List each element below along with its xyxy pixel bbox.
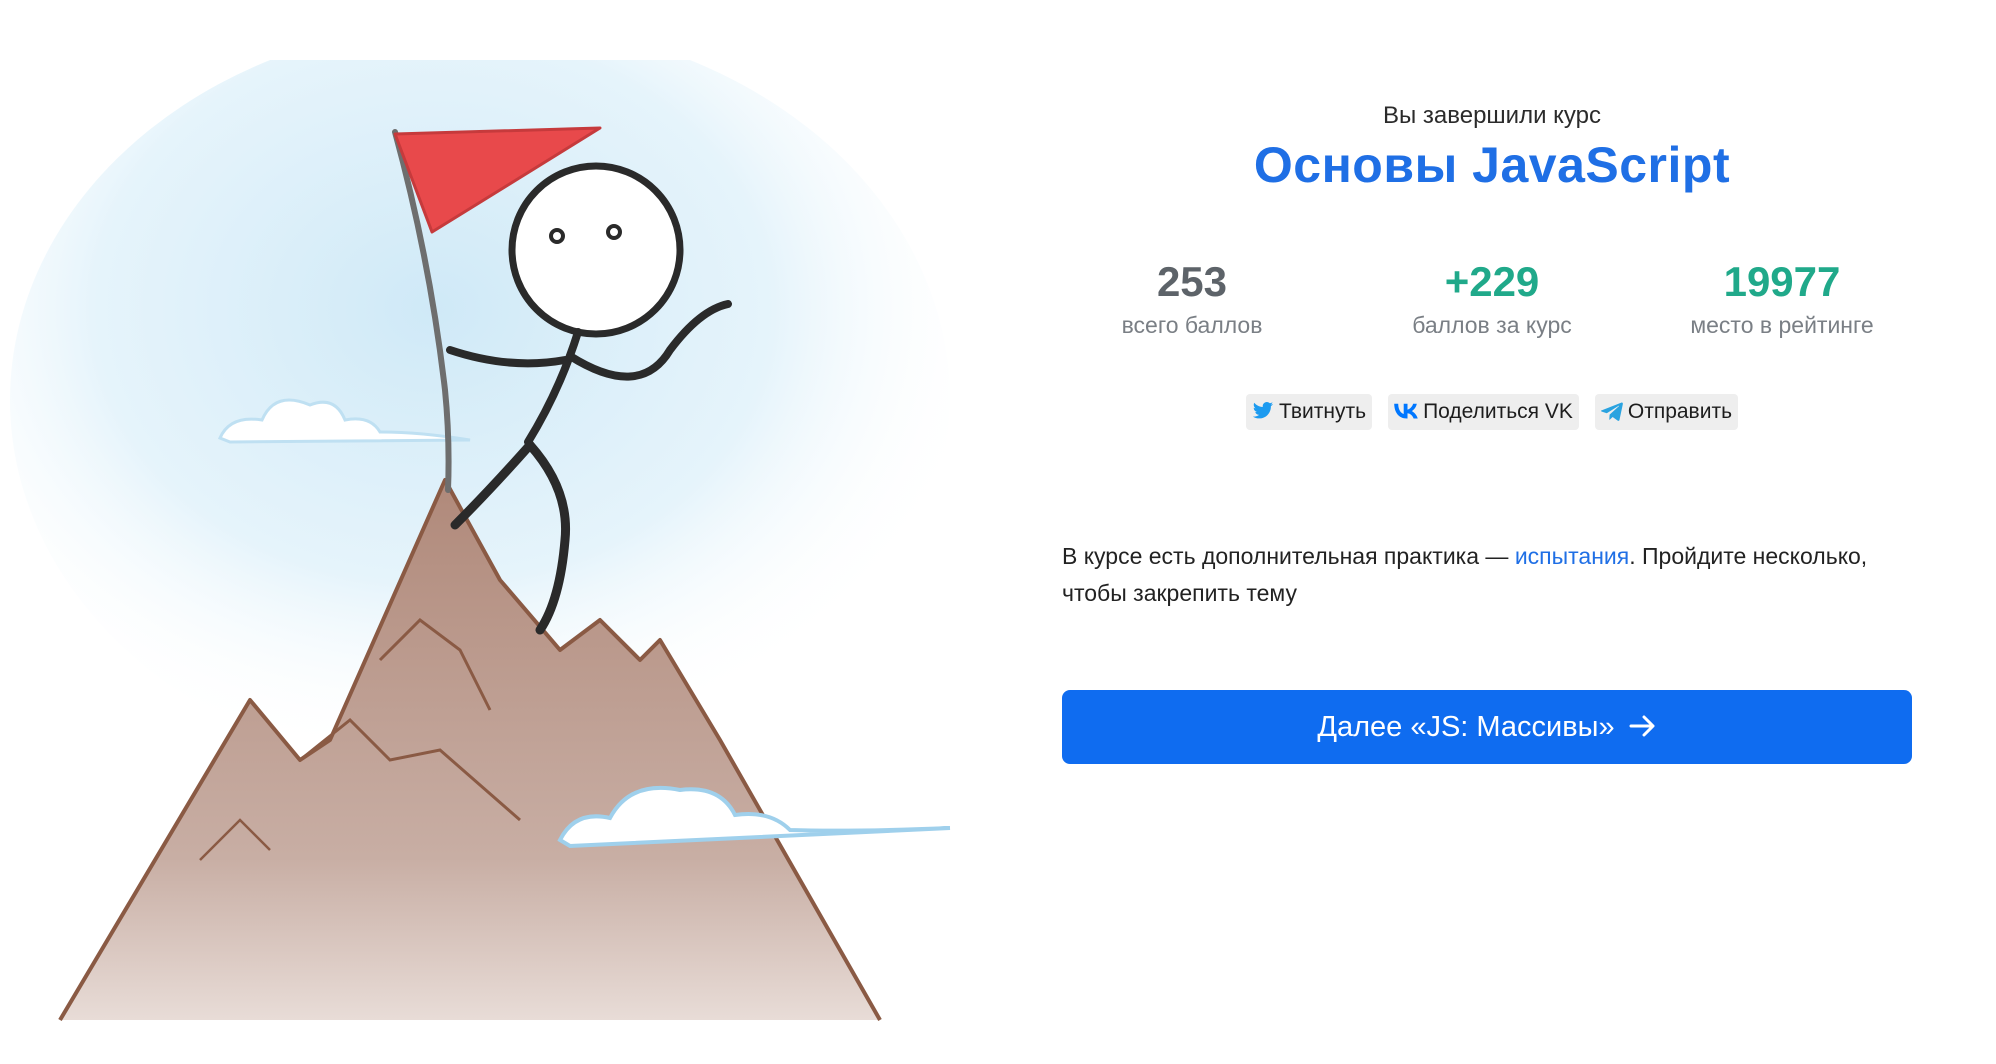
stat-label: баллов за курс [1412,312,1572,338]
mountain-summit-illustration [10,60,951,1022]
stat-value: 253 [1156,258,1228,305]
stat-value: 19977 [1723,258,1841,305]
share-vk-label: Поделиться VK [1423,400,1573,423]
stat-total-points: 253 всего баллов [1062,254,1322,339]
telegram-send-button[interactable]: Отправить [1594,394,1739,430]
telegram-plane-icon [1600,402,1623,421]
telegram-send-label: Отправить [1627,400,1733,423]
completed-label: Вы завершили курс [1382,102,1602,129]
stat-label: всего баллов [1121,312,1263,338]
challenges-link[interactable]: испытания [1515,543,1629,569]
completion-panel: Вы завершили курс Основы JavaScript 253 … [1062,0,1922,1064]
stick-figure-head [508,162,684,338]
stat-label: место в рейтинге [1690,312,1874,338]
next-course-label: Далее «JS: Массивы» [1317,711,1615,743]
arrow-right-icon [1629,715,1655,737]
twitter-bird-icon [1252,401,1274,419]
vk-logo-icon [1394,403,1418,419]
course-title: Основы JavaScript [1253,137,1731,193]
stat-course-points: +229 баллов за курс [1362,254,1622,339]
practice-note: В курсе есть дополнительная практика — и… [1062,538,1922,612]
share-buttons: Твитнуть Поделиться VK Отправить [1062,394,1922,430]
tweet-button[interactable]: Твитнуть [1245,394,1373,430]
stat-value: +229 [1444,258,1540,305]
practice-text-before: В курсе есть дополнительная практика — [1062,543,1515,569]
stats-row: 253 всего баллов +229 баллов за курс 199… [1062,254,1922,354]
stat-rating-place: 19977 место в рейтинге [1652,254,1912,339]
share-vk-button[interactable]: Поделиться VK [1388,394,1579,430]
next-course-button[interactable]: Далее «JS: Массивы» [1062,690,1912,764]
course-completion-page: Вы завершили курс Основы JavaScript 253 … [0,0,1996,1064]
tweet-label: Твитнуть [1278,400,1367,423]
